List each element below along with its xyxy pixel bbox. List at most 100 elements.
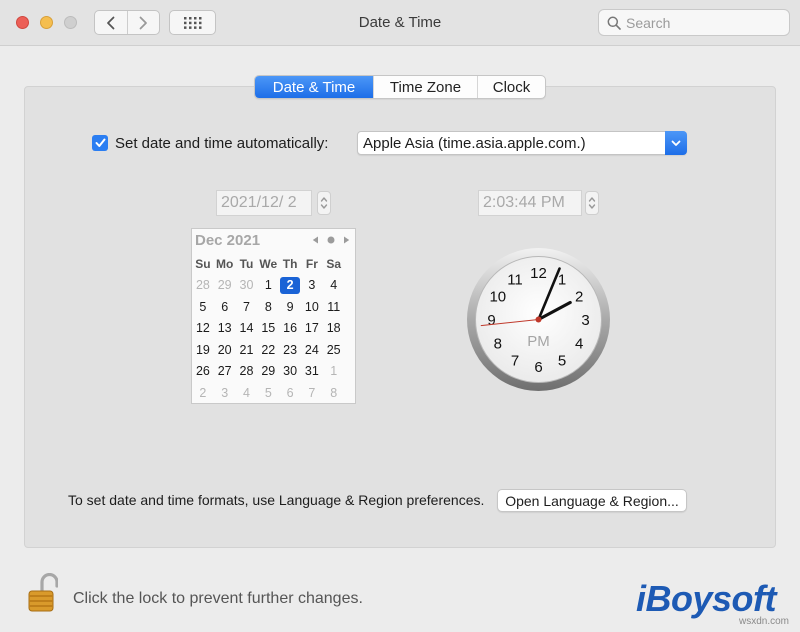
calendar-day[interactable]: 1 [323, 361, 345, 383]
clock-numeral: 11 [507, 271, 523, 288]
time-field[interactable]: 2:03:44 PM [478, 190, 582, 216]
next-month-icon[interactable] [343, 236, 350, 244]
calendar-day[interactable]: 7 [236, 296, 258, 318]
calendar-day[interactable]: 2 [192, 382, 214, 404]
formats-hint: To set date and time formats, use Langua… [68, 492, 485, 508]
calendar-day[interactable]: 5 [192, 296, 214, 318]
search-input[interactable] [626, 13, 784, 33]
calendar-day[interactable]: 26 [192, 361, 214, 383]
date-field[interactable]: 2021/12/ 2 [216, 190, 312, 216]
calendar-day[interactable]: 15 [257, 318, 279, 340]
calendar-grid: Su Mo Tu We Th Fr Sa 28 29 30 1 2 3 4 5 6 7 8 9 10 11 12 13 14 1… [192, 253, 345, 404]
weekday-label: Tu [239, 256, 254, 271]
calendar-day[interactable]: 25 [323, 339, 345, 361]
calendar-day[interactable]: 20 [214, 339, 236, 361]
clock-numeral: 7 [511, 353, 519, 370]
tab-time-zone[interactable]: Time Zone [373, 76, 477, 98]
time-server-select[interactable]: Apple Asia (time.asia.apple.com.) [357, 131, 687, 155]
calendar-day[interactable]: 4 [323, 275, 345, 297]
clock-numeral: 8 [494, 336, 502, 353]
clock-numeral: 2 [575, 289, 583, 306]
tab-clock[interactable]: Clock [477, 76, 545, 98]
calendar-day[interactable]: 9 [279, 296, 301, 318]
calendar-day[interactable]: 18 [323, 318, 345, 340]
clock-numeral: 4 [575, 336, 583, 353]
previous-month-icon[interactable] [312, 236, 319, 244]
calendar-day-selected[interactable]: 2 [279, 275, 301, 297]
calendar-day[interactable]: 29 [257, 361, 279, 383]
calendar-day[interactable]: 23 [279, 339, 301, 361]
tab-bar: Date & Time Time Zone Clock [254, 75, 546, 99]
calendar: Dec 2021 Su Mo Tu We Th Fr Sa 28 29 30 1 2 3 4 5 6 7 8 9 10… [191, 228, 356, 404]
weekday-label: Th [282, 256, 298, 271]
calendar-day[interactable]: 6 [214, 296, 236, 318]
calendar-week-row: 5 6 7 8 9 10 11 [192, 296, 345, 318]
search-field[interactable] [598, 9, 790, 36]
calendar-day[interactable]: 6 [279, 382, 301, 404]
calendar-day[interactable]: 13 [214, 318, 236, 340]
weekday-label: Fr [305, 256, 318, 271]
date-stepper[interactable] [317, 191, 331, 215]
open-language-region-button[interactable]: Open Language & Region... [497, 489, 687, 512]
calendar-day[interactable]: 29 [214, 275, 236, 297]
weekday-label: Mo [216, 256, 234, 271]
calendar-day[interactable]: 30 [236, 275, 258, 297]
stepper-arrows-icon [588, 197, 596, 209]
calendar-day[interactable]: 17 [301, 318, 323, 340]
calendar-day[interactable]: 28 [236, 361, 258, 383]
auto-time-checkbox[interactable] [92, 135, 108, 151]
calendar-day[interactable]: 8 [323, 382, 345, 404]
dropdown-arrow[interactable] [665, 131, 687, 155]
toolbar: Date & Time [0, 0, 800, 46]
analog-clock: 12 12 3 45678 9 1011 PM [467, 248, 610, 391]
today-dot-icon[interactable] [327, 236, 335, 244]
calendar-day[interactable]: 7 [301, 382, 323, 404]
forward-button[interactable] [126, 11, 159, 34]
calendar-week-row: 26 27 28 29 30 31 1 [192, 361, 345, 383]
calendar-week-row: 28 29 30 1 2 3 4 [192, 275, 345, 297]
calendar-day[interactable]: 30 [279, 361, 301, 383]
calendar-week-row: 19 20 21 22 23 24 25 [192, 339, 345, 361]
calendar-day[interactable]: 22 [257, 339, 279, 361]
minimize-window-button[interactable] [40, 16, 53, 29]
weekday-label: We [259, 256, 278, 271]
calendar-day[interactable]: 3 [214, 382, 236, 404]
clock-ampm: PM [527, 333, 550, 350]
calendar-day[interactable]: 1 [257, 275, 279, 297]
watermark: wsxdn.com [739, 616, 790, 627]
calendar-day[interactable]: 8 [257, 296, 279, 318]
calendar-day[interactable]: 3 [301, 275, 323, 297]
tab-date-time[interactable]: Date & Time [255, 76, 373, 98]
grid-icon [183, 16, 201, 29]
zoom-window-button[interactable] [64, 16, 77, 29]
checkmark-icon [95, 138, 105, 147]
calendar-day[interactable]: 19 [192, 339, 214, 361]
calendar-day[interactable]: 5 [257, 382, 279, 404]
lock-icon[interactable] [28, 573, 58, 613]
calendar-day[interactable]: 27 [214, 361, 236, 383]
search-icon [607, 16, 621, 30]
clock-numeral: 3 [581, 312, 589, 329]
calendar-day[interactable]: 12 [192, 318, 214, 340]
close-window-button[interactable] [16, 16, 29, 29]
calendar-day[interactable]: 14 [236, 318, 258, 340]
calendar-day[interactable]: 24 [301, 339, 323, 361]
calendar-day[interactable]: 16 [279, 318, 301, 340]
time-server-value: Apple Asia (time.asia.apple.com.) [363, 135, 586, 152]
window-title: Date & Time [358, 14, 442, 31]
calendar-week-row: 2345678 [192, 382, 345, 404]
chevron-left-icon [107, 16, 115, 29]
show-all-button[interactable] [169, 10, 216, 35]
calendar-day[interactable]: 10 [301, 296, 323, 318]
calendar-day[interactable]: 28 [192, 275, 214, 297]
calendar-week-row: 12 13 14 15 16 17 18 [192, 318, 345, 340]
time-stepper[interactable] [585, 191, 599, 215]
calendar-day[interactable]: 21 [236, 339, 258, 361]
back-button[interactable] [95, 11, 127, 34]
calendar-day[interactable]: 4 [236, 382, 258, 404]
calendar-day[interactable]: 31 [301, 361, 323, 383]
clock-numeral: 12 [530, 265, 547, 282]
navigation-buttons [94, 10, 160, 35]
calendar-nav [312, 236, 350, 244]
calendar-day[interactable]: 11 [323, 296, 345, 318]
